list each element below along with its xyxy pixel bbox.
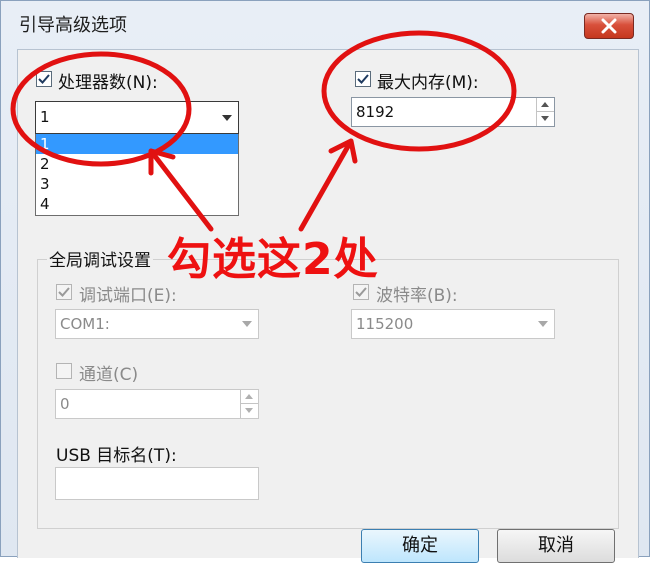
highlight-circle bbox=[321, 30, 517, 152]
arrow-icon bbox=[298, 138, 358, 232]
highlight-circle bbox=[10, 51, 192, 167]
dialog-window: 引导高级选项 处理器数(N): 1 1 2 3 4 最大内存(M): 8192 … bbox=[0, 0, 650, 563]
annotation-text: 勾选这2处 bbox=[167, 234, 379, 285]
arrow-icon bbox=[148, 148, 214, 232]
